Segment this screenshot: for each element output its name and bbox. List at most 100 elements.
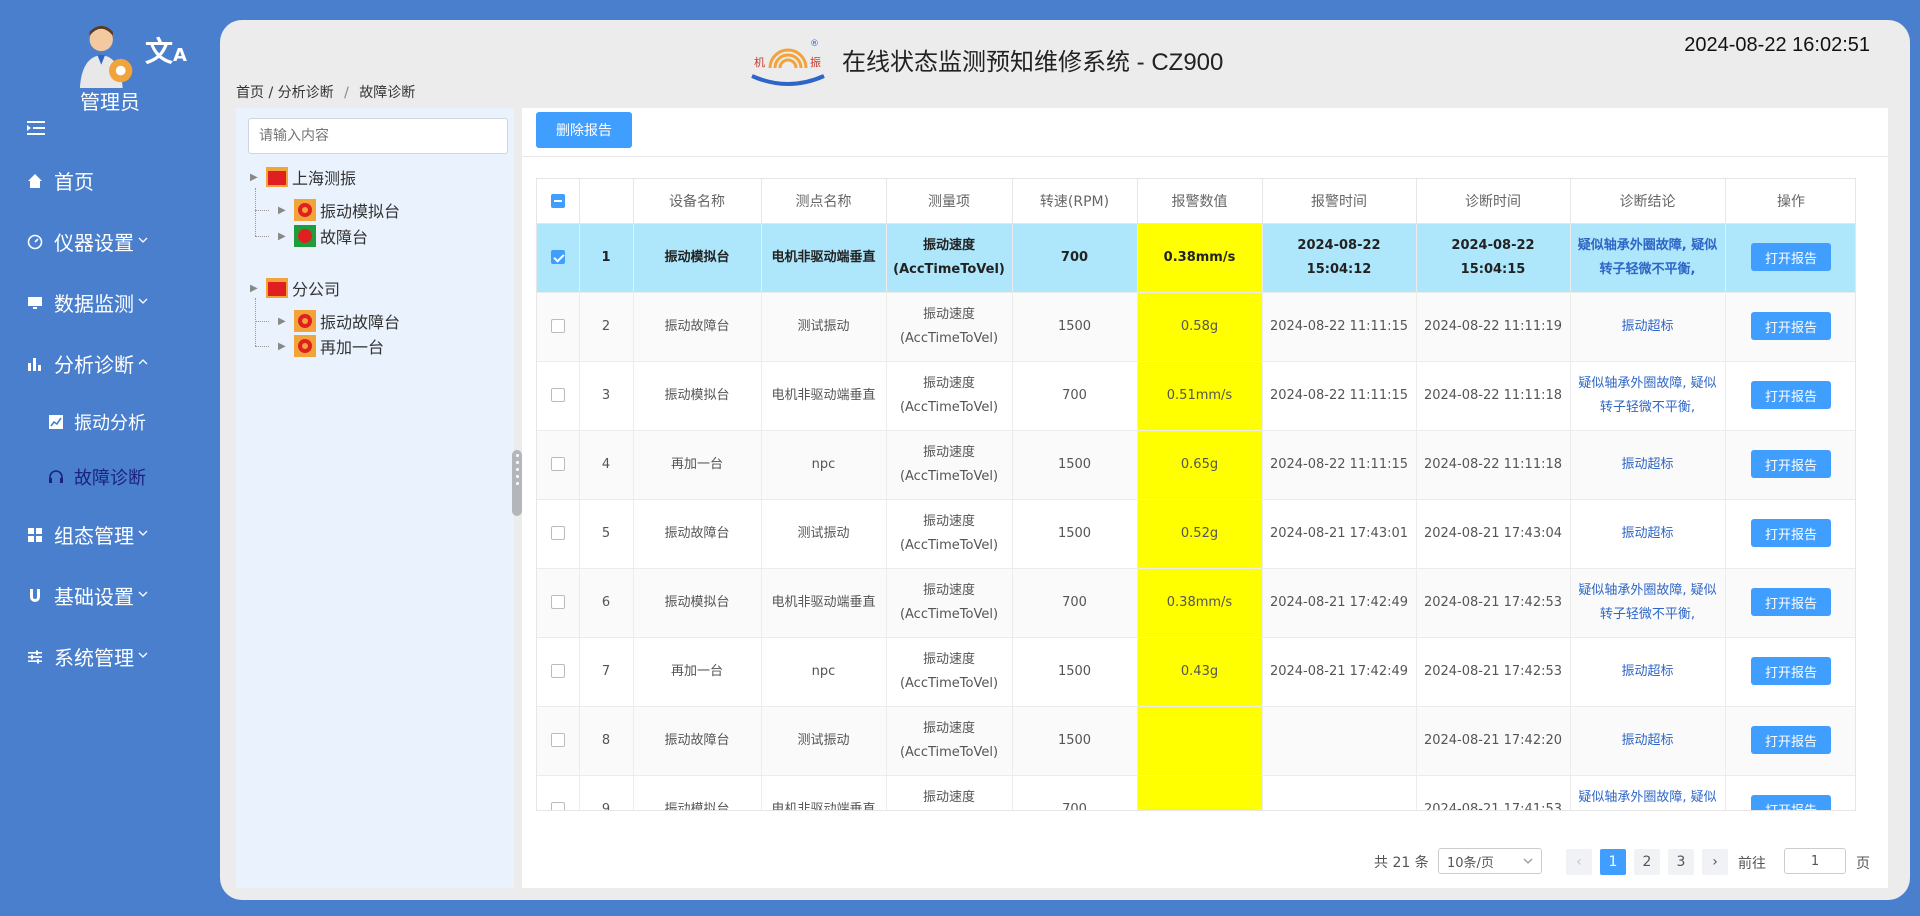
sidebar-subitem-label: 振动分析 <box>74 412 146 434</box>
action-cell[interactable]: 打开报告 <box>1725 499 1855 569</box>
row-checkbox[interactable] <box>550 595 565 609</box>
tree-device-node[interactable]: ▶ 振动模拟台 <box>278 196 400 224</box>
caret-right-icon[interactable]: ▶ <box>250 172 260 183</box>
rpm-value-cell: 1500 <box>1012 292 1138 362</box>
row-checkbox[interactable] <box>550 319 565 333</box>
open-report-button[interactable]: 打开报告 <box>1751 726 1831 755</box>
row-checkbox[interactable] <box>550 250 565 264</box>
table-row[interactable]: 8 振动故障台 测试振动 振动速度(AccTimeToVel) 1500 2024-08-… <box>537 706 1855 776</box>
table-row[interactable]: 7 再加一台 npc 振动速度(AccTimeToVel) 1500 0.43g 2024-… <box>537 637 1855 707</box>
sidebar-item-analysis-diagnosis[interactable]: 分析诊断 <box>0 333 218 394</box>
menu-collapse-icon[interactable] <box>27 120 47 136</box>
table-row[interactable]: 4 再加一台 npc 振动速度(AccTimeToVel) 1500 0.65g 2024-… <box>537 430 1855 500</box>
company-logo: 机 振 ® <box>751 39 825 86</box>
column-header: 设备名称 <box>633 179 762 224</box>
checkbox-cell[interactable] <box>537 361 580 431</box>
tree-device-node[interactable]: ▶ 再加一台 <box>278 332 384 360</box>
next-page-button[interactable]: › <box>1702 849 1728 875</box>
open-report-button[interactable]: 打开报告 <box>1751 795 1831 810</box>
action-cell[interactable]: 打开报告 <box>1725 292 1855 362</box>
action-cell[interactable]: 打开报告 <box>1725 637 1855 707</box>
page-size-select[interactable]: 10条/页 <box>1438 848 1542 874</box>
alarm-time-cell: 2024-08-21 17:42:49 <box>1262 637 1417 707</box>
breadcrumb-home[interactable]: 首页 / <box>236 85 273 101</box>
divider <box>522 156 1888 157</box>
caret-right-icon[interactable]: ▶ <box>250 283 260 294</box>
checkbox-cell[interactable] <box>537 292 580 362</box>
goto-page-input[interactable] <box>1784 848 1846 874</box>
table-row[interactable]: 2 振动故障台 测试振动 振动速度(AccTimeToVel) 1500 0.58g 202… <box>537 292 1855 362</box>
action-cell[interactable]: 打开报告 <box>1725 775 1855 810</box>
sliders-icon <box>26 648 44 666</box>
sidebar-subitem-vibration-analysis[interactable]: 振动分析 <box>0 394 218 449</box>
sidebar-item-instrument-settings[interactable]: 仪器设置 <box>0 211 218 272</box>
delete-report-button[interactable]: 删除报告 <box>536 112 632 148</box>
open-report-button[interactable]: 打开报告 <box>1751 519 1831 548</box>
report-table[interactable]: 设备名称 测点名称 测量项 转速(RPM) 报警数值 报警时间 诊断时间 诊断结… <box>536 178 1856 811</box>
page-button[interactable]: 1 <box>1600 849 1626 875</box>
checkbox-cell[interactable] <box>537 775 580 810</box>
select-all-checkbox[interactable] <box>550 193 565 208</box>
caret-right-icon[interactable]: ▶ <box>278 231 288 242</box>
action-cell[interactable]: 打开报告 <box>1725 430 1855 500</box>
table-row[interactable]: 5 振动故障台 测试振动 振动速度(AccTimeToVel) 1500 0.52g 202… <box>537 499 1855 569</box>
row-checkbox[interactable] <box>550 664 565 678</box>
home-icon <box>26 172 44 190</box>
open-report-button[interactable]: 打开报告 <box>1751 588 1831 617</box>
prev-page-button[interactable]: ‹ <box>1566 849 1592 875</box>
tree-group-node[interactable]: ▶ 上海测振 <box>250 163 356 191</box>
sidebar-item-basic-settings[interactable]: 基础设置 <box>0 565 218 626</box>
row-checkbox[interactable] <box>550 802 565 810</box>
checkbox-cell[interactable] <box>537 706 580 776</box>
action-cell[interactable]: 打开报告 <box>1725 706 1855 776</box>
row-checkbox[interactable] <box>550 388 565 402</box>
row-checkbox[interactable] <box>550 526 565 540</box>
caret-right-icon[interactable]: ▶ <box>278 316 288 327</box>
monitor-icon <box>26 294 44 312</box>
table-row[interactable]: 9振动模拟台电机非驱动端垂直振动速度(AccTimeToVel)700 2024-… <box>537 775 1855 810</box>
alarm-time-cell: 2024-08-21 17:42:49 <box>1262 568 1417 638</box>
page-button[interactable]: 2 <box>1634 849 1660 875</box>
row-checkbox[interactable] <box>550 457 565 471</box>
row-index-cell: 4 <box>579 430 634 500</box>
alarm-value-cell: 0.43g <box>1137 637 1263 707</box>
checkbox-cell[interactable] <box>537 223 580 293</box>
breadcrumb-section[interactable]: 分析诊断 <box>278 85 334 101</box>
table-row[interactable]: 1 振动模拟台 电机非驱动端垂直 振动速度(AccTimeToVel) 700 0.38m… <box>537 223 1855 293</box>
sidebar-subitem-fault-diagnosis[interactable]: 故障诊断 <box>0 449 218 504</box>
open-report-button[interactable]: 打开报告 <box>1751 657 1831 686</box>
sidebar-item-data-monitoring[interactable]: 数据监测 <box>0 272 218 333</box>
panel-resize-handle[interactable] <box>512 450 522 516</box>
table-row[interactable]: 6 振动模拟台 电机非驱动端垂直 振动速度(AccTimeToVel) 700 0.38m… <box>537 568 1855 638</box>
device-alarm-icon <box>294 310 316 332</box>
action-cell[interactable]: 打开报告 <box>1725 223 1855 293</box>
caret-right-icon[interactable]: ▶ <box>278 205 288 216</box>
point-name-cell: 电机非驱动端垂直 <box>761 775 887 810</box>
caret-right-icon[interactable]: ▶ <box>278 341 288 352</box>
tree-search-input[interactable] <box>248 118 508 154</box>
open-report-button[interactable]: 打开报告 <box>1751 381 1831 410</box>
tree-device-node[interactable]: ▶ 故障台 <box>278 222 368 250</box>
open-report-button[interactable]: 打开报告 <box>1751 312 1831 341</box>
sidebar-item-configuration[interactable]: 组态管理 <box>0 504 218 565</box>
action-cell[interactable]: 打开报告 <box>1725 568 1855 638</box>
page-button[interactable]: 3 <box>1668 849 1694 875</box>
tree-group-node[interactable]: ▶ 分公司 <box>250 274 340 302</box>
tree-device-node[interactable]: ▶ 振动故障台 <box>278 307 400 335</box>
action-cell[interactable]: 打开报告 <box>1725 361 1855 431</box>
table-row[interactable]: 3 振动模拟台 电机非驱动端垂直 振动速度(AccTimeToVel) 700 0.51m… <box>537 361 1855 431</box>
checkbox-cell[interactable] <box>537 637 580 707</box>
checkbox-cell[interactable] <box>537 499 580 569</box>
checkbox-cell[interactable] <box>537 430 580 500</box>
translate-icon[interactable]: 文A <box>145 30 187 70</box>
row-checkbox[interactable] <box>550 733 565 747</box>
open-report-button[interactable]: 打开报告 <box>1751 450 1831 479</box>
open-report-button[interactable]: 打开报告 <box>1751 243 1831 272</box>
measurement-item-cell: 振动速度(AccTimeToVel) <box>886 430 1013 500</box>
checkbox-cell[interactable] <box>537 568 580 638</box>
sidebar-item-home[interactable]: 首页 <box>0 150 218 211</box>
rpm-value-cell: 700 <box>1012 223 1138 293</box>
diagnosis-conclusion-cell: 疑似轴承外圈故障, 疑似转子轻微不平衡, <box>1570 223 1726 293</box>
select-all-cell[interactable] <box>537 179 580 224</box>
sidebar-item-system-management[interactable]: 系统管理 <box>0 626 218 687</box>
